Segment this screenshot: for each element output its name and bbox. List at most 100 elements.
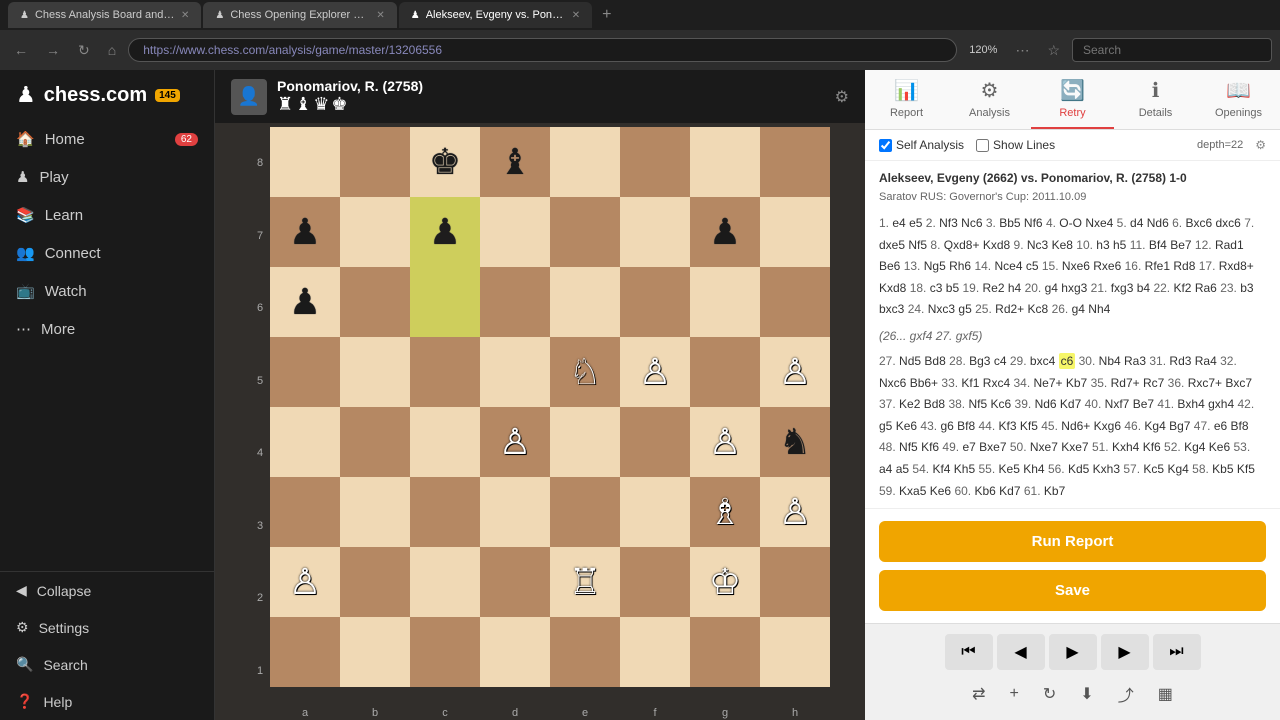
board-cell-g2[interactable]: ♔ bbox=[690, 547, 760, 617]
board-cell-f8[interactable] bbox=[620, 127, 690, 197]
board-cell-c4[interactable] bbox=[410, 407, 480, 477]
tab-openings[interactable]: 📖 Openings bbox=[1197, 70, 1280, 129]
move-bxc4[interactable]: bxc4 bbox=[1030, 354, 1055, 368]
tab-3[interactable]: ♟ Alekseev, Evgeny vs. Ponomar... ✕ bbox=[399, 2, 592, 28]
board-cell-a7[interactable]: ♟ bbox=[270, 197, 340, 267]
board-cell-h7[interactable] bbox=[760, 197, 830, 267]
board-cell-c8[interactable]: ♚ bbox=[410, 127, 480, 197]
self-analysis-checkbox[interactable] bbox=[879, 139, 892, 152]
tab-analysis[interactable]: ⚙ Analysis bbox=[948, 70, 1031, 129]
sidebar-item-settings[interactable]: ⚙ Settings bbox=[0, 609, 214, 646]
add-button[interactable]: + bbox=[1002, 678, 1027, 710]
move-b3[interactable]: b3 bbox=[1240, 281, 1253, 295]
move-bxc3[interactable]: bxc3 bbox=[879, 302, 904, 316]
menu-button[interactable]: ⋯ bbox=[1009, 38, 1035, 63]
board-cell-e8[interactable] bbox=[550, 127, 620, 197]
move-e4[interactable]: e4 bbox=[892, 216, 905, 230]
move-bb5[interactable]: Bb5 bbox=[999, 216, 1020, 230]
move-rxc4[interactable]: Rxc4 bbox=[983, 376, 1010, 390]
move-ra6[interactable]: Ra6 bbox=[1195, 281, 1217, 295]
move-kf5[interactable]: Kf5 bbox=[1237, 462, 1255, 476]
move-nf5[interactable]: Nf5 bbox=[899, 440, 918, 454]
move-dxe5[interactable]: dxe5 bbox=[879, 238, 905, 252]
move-kg4[interactable]: Kg4 bbox=[1144, 419, 1165, 433]
move-nc3[interactable]: Nc3 bbox=[1027, 238, 1048, 252]
move-nxe6[interactable]: Nxe6 bbox=[1062, 259, 1090, 273]
board-cell-h3[interactable]: ♙ bbox=[760, 477, 830, 547]
zoom-button[interactable]: 120% bbox=[963, 40, 1003, 60]
board-cell-h8[interactable] bbox=[760, 127, 830, 197]
move-nh4[interactable]: Nh4 bbox=[1088, 302, 1110, 316]
move-kf3[interactable]: Kf3 bbox=[999, 419, 1017, 433]
move-bf8[interactable]: Bf8 bbox=[957, 419, 975, 433]
self-analysis-checkbox-label[interactable]: Self Analysis bbox=[879, 138, 964, 152]
move-kf1[interactable]: Kf1 bbox=[961, 376, 979, 390]
tab-retry[interactable]: 🔄 Retry bbox=[1031, 70, 1114, 129]
move-bf8-2[interactable]: Bf8 bbox=[1231, 419, 1249, 433]
board-cell-d4[interactable]: ♙ bbox=[480, 407, 550, 477]
move-g6[interactable]: g6 bbox=[940, 419, 953, 433]
board-cell-c2[interactable] bbox=[410, 547, 480, 617]
move-fxg3[interactable]: fxg3 bbox=[1111, 281, 1134, 295]
move-nxf7[interactable]: Nxf7 bbox=[1105, 397, 1130, 411]
board-cell-e2[interactable]: ♖ bbox=[550, 547, 620, 617]
move-ke6[interactable]: Ke6 bbox=[896, 419, 917, 433]
move-g4-2[interactable]: g4 bbox=[1072, 302, 1085, 316]
move-nd6[interactable]: Nd6 bbox=[1147, 216, 1169, 230]
move-b4[interactable]: b4 bbox=[1137, 281, 1150, 295]
bookmark-button[interactable]: ☆ bbox=[1041, 38, 1066, 63]
move-rd2[interactable]: Rd2+ bbox=[995, 302, 1024, 316]
move-ke6[interactable]: Ke6 bbox=[1209, 440, 1230, 454]
move-nce4[interactable]: Nce4 bbox=[994, 259, 1022, 273]
board-cell-a6[interactable]: ♟ bbox=[270, 267, 340, 337]
move-ke2[interactable]: Ke2 bbox=[899, 397, 920, 411]
sidebar-item-play[interactable]: ♟ Play bbox=[0, 158, 214, 196]
move-rxe6[interactable]: Rxe6 bbox=[1093, 259, 1121, 273]
move-kf6[interactable]: Kf6 bbox=[921, 440, 939, 454]
board-cell-f3[interactable] bbox=[620, 477, 690, 547]
sidebar-item-search[interactable]: 🔍 Search bbox=[0, 646, 214, 683]
tab-report[interactable]: 📊 Report bbox=[865, 70, 948, 129]
move-nd6[interactable]: Nd6 bbox=[1035, 397, 1057, 411]
move-rxd8[interactable]: Rxd8+ bbox=[1219, 259, 1254, 273]
board-cell-d3[interactable] bbox=[480, 477, 550, 547]
move-kxa5[interactable]: Kxa5 bbox=[899, 484, 926, 498]
board-cell-b7[interactable] bbox=[340, 197, 410, 267]
board-cell-g5[interactable] bbox=[690, 337, 760, 407]
home-button[interactable]: ⌂ bbox=[102, 38, 122, 62]
move-a5[interactable]: a5 bbox=[896, 462, 909, 476]
move-h4[interactable]: h4 bbox=[1008, 281, 1021, 295]
move-kh4[interactable]: Kh4 bbox=[1023, 462, 1044, 476]
move-kd5[interactable]: Kd5 bbox=[1068, 462, 1089, 476]
panel-content[interactable]: Alekseev, Evgeny (2662) vs. Ponomariov, … bbox=[865, 161, 1280, 508]
move-g5[interactable]: g5 bbox=[879, 419, 892, 433]
move-kc5[interactable]: Kc5 bbox=[1143, 462, 1164, 476]
move-c3[interactable]: c3 bbox=[930, 281, 943, 295]
board-cell-e7[interactable] bbox=[550, 197, 620, 267]
reload-button[interactable]: ↻ bbox=[72, 38, 96, 63]
move-g4[interactable]: g4 bbox=[1045, 281, 1058, 295]
move-bg3[interactable]: Bg3 bbox=[969, 354, 990, 368]
move-bf4[interactable]: Bf4 bbox=[1149, 238, 1167, 252]
last-move-button[interactable]: ⏭ bbox=[1153, 634, 1201, 670]
move-g5[interactable]: g5 bbox=[958, 302, 971, 316]
move-kf5[interactable]: Kf5 bbox=[1020, 419, 1038, 433]
board-cell-a5[interactable] bbox=[270, 337, 340, 407]
move-rh6[interactable]: Rh6 bbox=[949, 259, 971, 273]
board-cell-b1[interactable] bbox=[340, 617, 410, 687]
move-nxe7[interactable]: Nxe7 bbox=[1030, 440, 1058, 454]
board-cell-c7[interactable]: ♟ bbox=[410, 197, 480, 267]
board-cell-b8[interactable] bbox=[340, 127, 410, 197]
close-tab-2[interactable]: ✕ bbox=[376, 10, 384, 21]
move-c6-highlight[interactable]: c6 bbox=[1059, 353, 1076, 369]
move-kf2[interactable]: Kf2 bbox=[1173, 281, 1191, 295]
board-cell-f6[interactable] bbox=[620, 267, 690, 337]
move-kg4[interactable]: Kg4 bbox=[1167, 462, 1188, 476]
move-e6[interactable]: e6 bbox=[1214, 419, 1227, 433]
tab-1[interactable]: ♟ Chess Analysis Board and PGN... ✕ bbox=[8, 2, 201, 28]
tab-2[interactable]: ♟ Chess Opening Explorer & Da... ✕ bbox=[203, 2, 396, 28]
move-kc8[interactable]: Kc8 bbox=[1028, 302, 1049, 316]
address-bar[interactable] bbox=[128, 38, 957, 62]
forward-button[interactable]: → bbox=[40, 38, 66, 62]
move-bxe7[interactable]: Bxe7 bbox=[979, 440, 1006, 454]
